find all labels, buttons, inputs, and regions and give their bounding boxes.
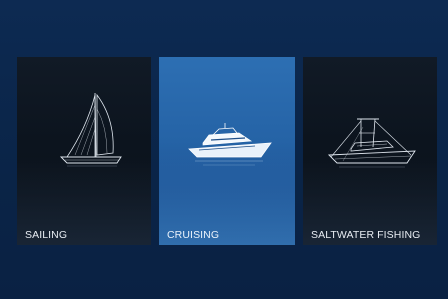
sportfishing-boat-icon xyxy=(303,118,437,245)
activity-card-sailing[interactable]: SAILING xyxy=(17,57,151,245)
activity-card-label: SALTWATER FISHING xyxy=(311,229,421,241)
activity-card-label: CRUISING xyxy=(167,229,220,241)
sailboat-icon xyxy=(17,92,151,245)
activity-card-saltwater-fishing[interactable]: SALTWATER FISHING xyxy=(303,57,437,245)
activity-card-label: SAILING xyxy=(25,229,68,241)
activity-cards: SAILING CRUISING SALTWATER FISHING xyxy=(17,57,437,245)
motor-yacht-icon xyxy=(159,123,295,245)
activity-card-cruising[interactable]: CRUISING xyxy=(159,57,295,245)
activity-selection-screen: SAILING CRUISING SALTWATER FISHING xyxy=(0,0,448,299)
